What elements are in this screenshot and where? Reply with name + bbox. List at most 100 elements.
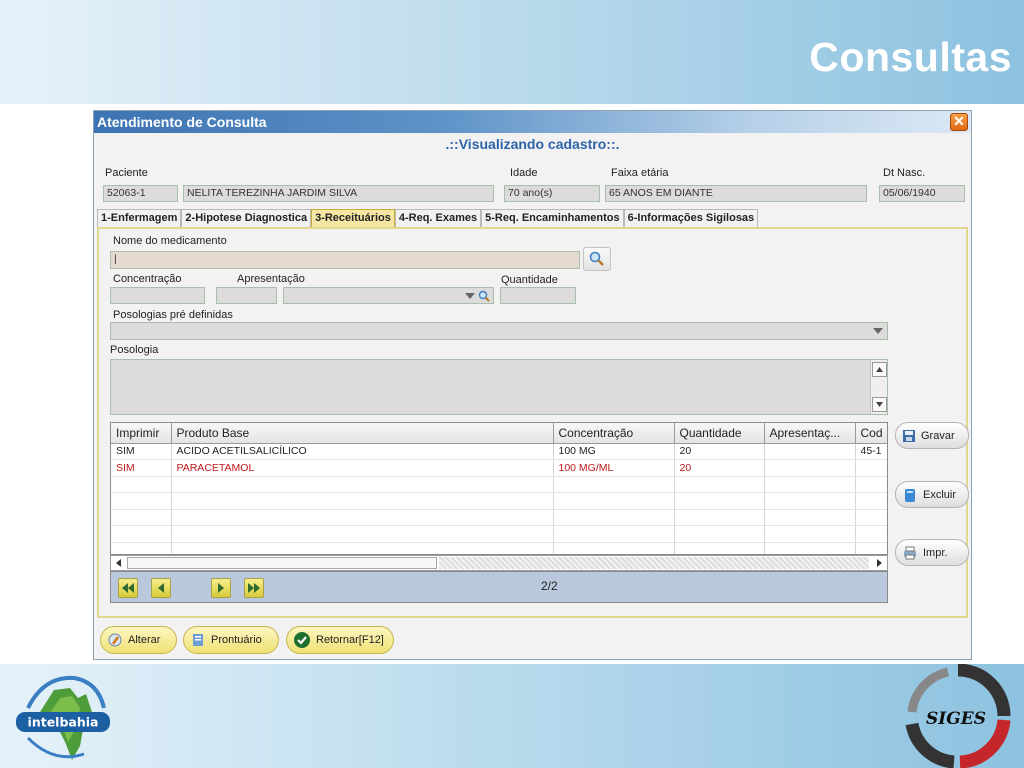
table-row-empty xyxy=(111,525,887,544)
cell-produto-base: ACIDO ACETILSALICÍLICO xyxy=(171,443,554,461)
tab-bar: 1-Enfermagem 2-Hipotese Diagnostica 3-Re… xyxy=(97,209,759,227)
window-title: Atendimento de Consulta xyxy=(97,114,267,130)
imprimir-button[interactable]: Impr. xyxy=(895,539,969,566)
scroll-up-icon[interactable] xyxy=(872,362,887,377)
col-cod-header[interactable]: Cod xyxy=(855,423,887,444)
search-icon xyxy=(589,251,604,266)
col-apresentacao-header[interactable]: Apresentaç... xyxy=(764,423,856,444)
faixa-etaria-field: 65 ANOS EM DIANTE xyxy=(605,185,867,202)
scrollbar-thumb[interactable] xyxy=(127,557,437,569)
excluir-button[interactable]: Excluir xyxy=(895,481,969,508)
first-page-icon xyxy=(122,583,134,593)
last-page-icon xyxy=(248,583,260,593)
scroll-left-icon[interactable] xyxy=(112,556,126,570)
excluir-label: Excluir xyxy=(923,488,957,501)
apresentacao-label: Apresentação xyxy=(237,273,305,285)
tab-enfermagem[interactable]: 1-Enfermagem xyxy=(97,209,182,227)
retornar-label: Retornar[F12] xyxy=(316,634,384,646)
col-imprimir-header[interactable]: Imprimir xyxy=(111,423,172,444)
prev-page-button[interactable] xyxy=(151,578,171,598)
tab-req-encaminhamentos[interactable]: 5-Req. Encaminhamentos xyxy=(481,209,624,227)
save-icon xyxy=(903,429,915,442)
cell-concentracao: 100 MG/ML xyxy=(553,459,675,477)
prontuario-icon xyxy=(193,634,203,646)
imprimir-label: Impr. xyxy=(923,546,948,559)
cell-quantidade: 20 xyxy=(674,443,765,461)
alterar-label: Alterar xyxy=(128,634,161,646)
nascimento-field: 05/06/1940 xyxy=(879,185,965,202)
slide-title: Consultas xyxy=(809,34,1012,80)
table-row-empty xyxy=(111,476,887,494)
close-icon[interactable]: ✕ xyxy=(950,113,968,131)
cell-quantidade: 20 xyxy=(674,459,765,477)
last-page-button[interactable] xyxy=(244,578,264,598)
retornar-button[interactable]: Retornar[F12] xyxy=(286,626,394,654)
first-page-button[interactable] xyxy=(118,578,138,598)
table-row-empty xyxy=(111,509,887,527)
scroll-right-icon[interactable] xyxy=(872,556,886,570)
cell-imprimir: SIM xyxy=(111,459,172,477)
posologias-select[interactable] xyxy=(110,322,888,340)
paciente-code-field: 52063-1 xyxy=(103,185,178,202)
check-icon xyxy=(294,632,310,648)
posologias-label: Posologias pré definidas xyxy=(113,309,233,321)
consulta-window: Atendimento de Consulta ✕ .::Visualizand… xyxy=(93,110,972,660)
quantidade-input[interactable] xyxy=(500,287,576,304)
alterar-button[interactable]: Alterar xyxy=(100,626,177,654)
next-page-button[interactable] xyxy=(211,578,231,598)
gravar-button[interactable]: Gravar xyxy=(895,422,969,449)
concentracao-input[interactable] xyxy=(110,287,205,304)
prontuario-button[interactable]: Prontuário xyxy=(183,626,279,654)
quantidade-label: Quantidade xyxy=(501,274,558,286)
tab-informacoes-sigilosas[interactable]: 6-Informações Sigilosas xyxy=(623,209,759,227)
chevron-down-icon[interactable] xyxy=(871,324,885,338)
cell-cod: 45-1 xyxy=(855,443,887,461)
pagination-bar: 2/2 xyxy=(110,571,888,603)
table-header-row: Imprimir Produto Base Concentração Quant… xyxy=(111,423,887,444)
intelbahia-logo-text: intelbahia xyxy=(28,715,99,730)
table-row-empty xyxy=(111,542,887,554)
col-concentracao-header[interactable]: Concentração xyxy=(553,423,675,444)
chevron-down-icon[interactable] xyxy=(463,289,477,303)
medicamento-label: Nome do medicamento xyxy=(113,235,227,247)
scrollbar-track[interactable] xyxy=(439,557,869,569)
medicamentos-table: Imprimir Produto Base Concentração Quant… xyxy=(110,422,888,555)
search-icon[interactable] xyxy=(477,289,491,303)
medicamento-input[interactable]: | xyxy=(110,251,580,269)
tab-hipotese-diagnostica[interactable]: 2-Hipotese Diagnostica xyxy=(181,209,312,227)
print-icon xyxy=(904,546,916,559)
posologia-scrollbar[interactable] xyxy=(870,360,887,414)
page-indicator: 2/2 xyxy=(541,579,558,593)
siges-logo: SIGES xyxy=(905,664,1011,768)
col-produto-base-header[interactable]: Produto Base xyxy=(171,423,554,444)
table-row[interactable]: SIM ACIDO ACETILSALICÍLICO 100 MG 20 45-… xyxy=(111,443,887,461)
cell-concentracao: 100 MG xyxy=(553,443,675,461)
paciente-label: Paciente xyxy=(105,167,148,179)
nascimento-label: Dt Nasc. xyxy=(883,167,926,179)
cell-produto-base: PARACETAMOL xyxy=(171,459,554,477)
prev-page-icon xyxy=(158,583,164,593)
idade-field: 70 ano(s) xyxy=(504,185,600,202)
siges-logo-text: SIGES xyxy=(926,709,986,729)
posologia-textarea[interactable] xyxy=(110,359,888,415)
cell-apresentacao xyxy=(764,443,856,461)
table-horizontal-scrollbar[interactable] xyxy=(110,555,888,571)
concentracao-label: Concentração xyxy=(113,273,182,285)
next-page-icon xyxy=(218,583,224,593)
cell-apresentacao xyxy=(764,459,856,477)
faixa-etaria-label: Faixa etária xyxy=(611,167,669,179)
scroll-down-icon[interactable] xyxy=(872,397,887,412)
table-row[interactable]: SIM PARACETAMOL 100 MG/ML 20 xyxy=(111,459,887,477)
cell-imprimir: SIM xyxy=(111,443,172,461)
apresentacao-code-input[interactable] xyxy=(216,287,277,304)
cell-cod xyxy=(855,459,887,477)
tab-receituarios[interactable]: 3-Receituários xyxy=(311,209,395,227)
search-medicamento-button[interactable] xyxy=(583,247,611,271)
col-quantidade-header[interactable]: Quantidade xyxy=(674,423,765,444)
gravar-label: Gravar xyxy=(921,429,955,442)
intelbahia-logo: intelbahia xyxy=(16,675,110,760)
edit-icon xyxy=(108,633,122,647)
tab-req-exames[interactable]: 4-Req. Exames xyxy=(394,209,482,227)
view-subtitle: .::Visualizando cadastro::. xyxy=(445,136,620,152)
paciente-name-field: NELITA TEREZINHA JARDIM SILVA xyxy=(183,185,494,202)
